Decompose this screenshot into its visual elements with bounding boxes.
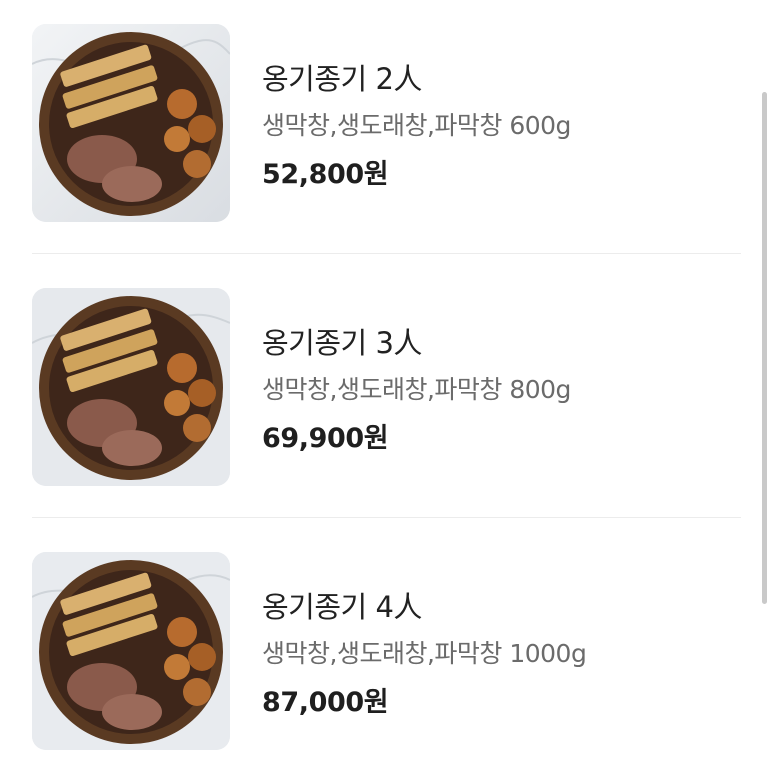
menu-item-price: 69,900원 (262, 423, 389, 454)
food-image-icon (32, 288, 230, 486)
menu-item-price: 52,800원 (262, 159, 389, 190)
menu-item[interactable]: 옹기종기 2人 생막창,생도래창,파막창 600g 52,800원 (0, 0, 773, 264)
menu-item-description: 생막창,생도래창,파막창 1000g (262, 639, 587, 668)
menu-item-description: 생막창,생도래창,파막창 800g (262, 375, 571, 404)
menu-item-description: 생막창,생도래창,파막창 600g (262, 111, 571, 140)
menu-item[interactable]: 옹기종기 4人 생막창,생도래창,파막창 1000g 87,000원 (0, 528, 773, 780)
menu-item-price: 87,000원 (262, 687, 389, 718)
divider (32, 517, 741, 518)
menu-item-title: 옹기종기 2人 (262, 62, 422, 96)
menu-item[interactable]: 옹기종기 3人 생막창,생도래창,파막창 800g 69,900원 (0, 264, 773, 528)
scrollbar[interactable] (762, 92, 767, 604)
menu-item-title: 옹기종기 4人 (262, 590, 422, 624)
food-image-icon (32, 552, 230, 750)
menu-item-title: 옹기종기 3人 (262, 326, 422, 360)
menu-list: 옹기종기 2人 생막창,생도래창,파막창 600g 52,800원 옹기종기 3… (0, 0, 773, 780)
divider (32, 253, 741, 254)
menu-item-image[interactable] (32, 24, 230, 222)
food-image-icon (32, 24, 230, 222)
menu-item-image[interactable] (32, 288, 230, 486)
menu-item-image[interactable] (32, 552, 230, 750)
